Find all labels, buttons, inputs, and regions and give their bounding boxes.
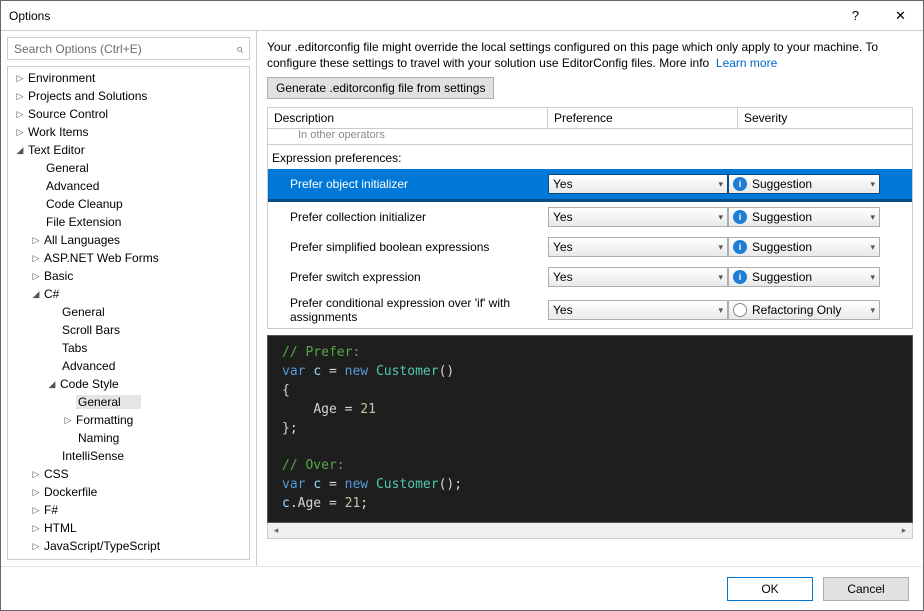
rule-row[interactable]: Prefer simplified boolean expressions Ye… — [268, 232, 912, 262]
chevron-down-icon: ▾ — [718, 242, 723, 253]
rule-desc: Prefer conditional expression over 'if' … — [268, 296, 548, 325]
tree-item-cs-tabs[interactable]: Tabs — [8, 339, 249, 357]
generate-editorconfig-button[interactable]: Generate .editorconfig file from setting… — [267, 77, 494, 99]
tree-item-text-editor[interactable]: ◢Text Editor — [8, 141, 249, 159]
rule-desc: Prefer collection initializer — [268, 210, 548, 224]
severity-dropdown[interactable]: iSuggestion▾ — [728, 174, 880, 194]
ok-button[interactable]: OK — [727, 577, 813, 601]
search-placeholder: Search Options (Ctrl+E) — [14, 42, 236, 56]
scroll-right-icon[interactable]: ▸ — [896, 523, 912, 538]
tree-item-basic[interactable]: ▷Basic — [8, 267, 249, 285]
tree-item-te-general[interactable]: General — [8, 159, 249, 177]
rule-desc: Prefer object initializer — [268, 177, 548, 191]
search-input[interactable]: Search Options (Ctrl+E) ⌕ — [7, 37, 250, 60]
chevron-down-icon: ▾ — [870, 242, 875, 253]
titlebar: Options ? ✕ — [1, 1, 923, 31]
tree-item-work-items[interactable]: ▷Work Items — [8, 123, 249, 141]
group-header: Expression preferences: — [268, 145, 912, 169]
tree-item-source-control[interactable]: ▷Source Control — [8, 105, 249, 123]
chevron-down-icon: ▾ — [718, 272, 723, 283]
learn-more-link[interactable]: Learn more — [716, 56, 777, 70]
chevron-down-icon: ▾ — [718, 305, 723, 316]
severity-dropdown[interactable]: iSuggestion▾ — [728, 237, 880, 257]
code-preview: // Prefer: var c = new Customer() { Age … — [267, 335, 913, 523]
preference-dropdown[interactable]: Yes▾ — [548, 174, 728, 194]
chevron-down-icon: ▾ — [718, 212, 723, 223]
tree-item-aspnet[interactable]: ▷ASP.NET Web Forms — [8, 249, 249, 267]
chevron-down-icon: ▾ — [870, 305, 875, 316]
cancel-button[interactable]: Cancel — [823, 577, 909, 601]
preference-dropdown[interactable]: Yes▾ — [548, 237, 728, 257]
tree-item-te-advanced[interactable]: Advanced — [8, 177, 249, 195]
circle-icon — [733, 303, 747, 317]
tree-item-css[interactable]: ▷CSS — [8, 465, 249, 483]
horizontal-scrollbar[interactable]: ◂ ▸ — [267, 523, 913, 539]
col-description[interactable]: Description — [268, 108, 548, 128]
rules-header: Description Preference Severity — [267, 107, 913, 129]
dialog-body: Search Options (Ctrl+E) ⌕ ▷Environment ▷… — [1, 31, 923, 566]
info-icon: i — [733, 210, 747, 224]
preference-dropdown[interactable]: Yes▾ — [548, 300, 728, 320]
rule-row[interactable]: Prefer conditional expression over 'if' … — [268, 292, 912, 328]
options-dialog: Options ? ✕ Search Options (Ctrl+E) ⌕ ▷E… — [0, 0, 924, 611]
tree-item-projects[interactable]: ▷Projects and Solutions — [8, 87, 249, 105]
truncated-row: In other operators — [267, 129, 913, 145]
scroll-left-icon[interactable]: ◂ — [268, 523, 284, 538]
info-icon: i — [733, 240, 747, 254]
main-panel: Your .editorconfig file might override t… — [257, 31, 923, 566]
info-icon: i — [733, 177, 747, 191]
tree-item-all-languages[interactable]: ▷All Languages — [8, 231, 249, 249]
rule-row[interactable]: Prefer switch expression Yes▾ iSuggestio… — [268, 262, 912, 292]
rule-desc: Prefer switch expression — [268, 270, 548, 284]
window-title: Options — [9, 9, 833, 23]
severity-dropdown[interactable]: Refactoring Only▾ — [728, 300, 880, 320]
tree-item-cs-advanced[interactable]: Advanced — [8, 357, 249, 375]
tree-item-csharp[interactable]: ◢C# — [8, 285, 249, 303]
search-icon: ⌕ — [236, 41, 243, 57]
tree-item-jsts[interactable]: ▷JavaScript/TypeScript — [8, 537, 249, 555]
options-tree[interactable]: ▷Environment ▷Projects and Solutions ▷So… — [7, 66, 250, 560]
help-button[interactable]: ? — [833, 1, 878, 30]
tree-item-fsharp[interactable]: ▷F# — [8, 501, 249, 519]
chevron-down-icon: ▾ — [870, 212, 875, 223]
rules-list: Expression preferences: Prefer object in… — [267, 145, 913, 329]
tree-item-code-style[interactable]: ◢Code Style — [8, 375, 249, 393]
sidebar: Search Options (Ctrl+E) ⌕ ▷Environment ▷… — [1, 31, 257, 566]
tree-item-file-extension[interactable]: File Extension — [8, 213, 249, 231]
rule-desc: Prefer simplified boolean expressions — [268, 240, 548, 254]
info-icon: i — [733, 270, 747, 284]
tree-item-ccs-naming[interactable]: Naming — [8, 429, 249, 447]
preference-dropdown[interactable]: Yes▾ — [548, 207, 728, 227]
tree-item-environment[interactable]: ▷Environment — [8, 69, 249, 87]
chevron-down-icon: ▾ — [870, 272, 875, 283]
tree-item-ccs-general[interactable]: General — [8, 393, 249, 411]
severity-dropdown[interactable]: iSuggestion▾ — [728, 267, 880, 287]
chevron-down-icon: ▾ — [870, 179, 875, 190]
col-severity[interactable]: Severity — [738, 108, 912, 128]
preference-dropdown[interactable]: Yes▾ — [548, 267, 728, 287]
severity-dropdown[interactable]: iSuggestion▾ — [728, 207, 880, 227]
tree-item-cs-scroll[interactable]: Scroll Bars — [8, 321, 249, 339]
rule-row[interactable]: Prefer collection initializer Yes▾ iSugg… — [268, 202, 912, 232]
tree-item-dockerfile[interactable]: ▷Dockerfile — [8, 483, 249, 501]
dialog-footer: OK Cancel — [1, 566, 923, 610]
tree-item-html[interactable]: ▷HTML — [8, 519, 249, 537]
col-preference[interactable]: Preference — [548, 108, 738, 128]
close-button[interactable]: ✕ — [878, 1, 923, 30]
editorconfig-notice: Your .editorconfig file might override t… — [267, 39, 913, 71]
chevron-down-icon: ▾ — [718, 179, 723, 190]
tree-item-ccs-formatting[interactable]: ▷Formatting — [8, 411, 249, 429]
rule-row[interactable]: Prefer object initializer Yes▾ iSuggesti… — [268, 169, 912, 199]
tree-item-intellisense[interactable]: IntelliSense — [8, 447, 249, 465]
tree-item-code-cleanup[interactable]: Code Cleanup — [8, 195, 249, 213]
tree-item-cs-general[interactable]: General — [8, 303, 249, 321]
